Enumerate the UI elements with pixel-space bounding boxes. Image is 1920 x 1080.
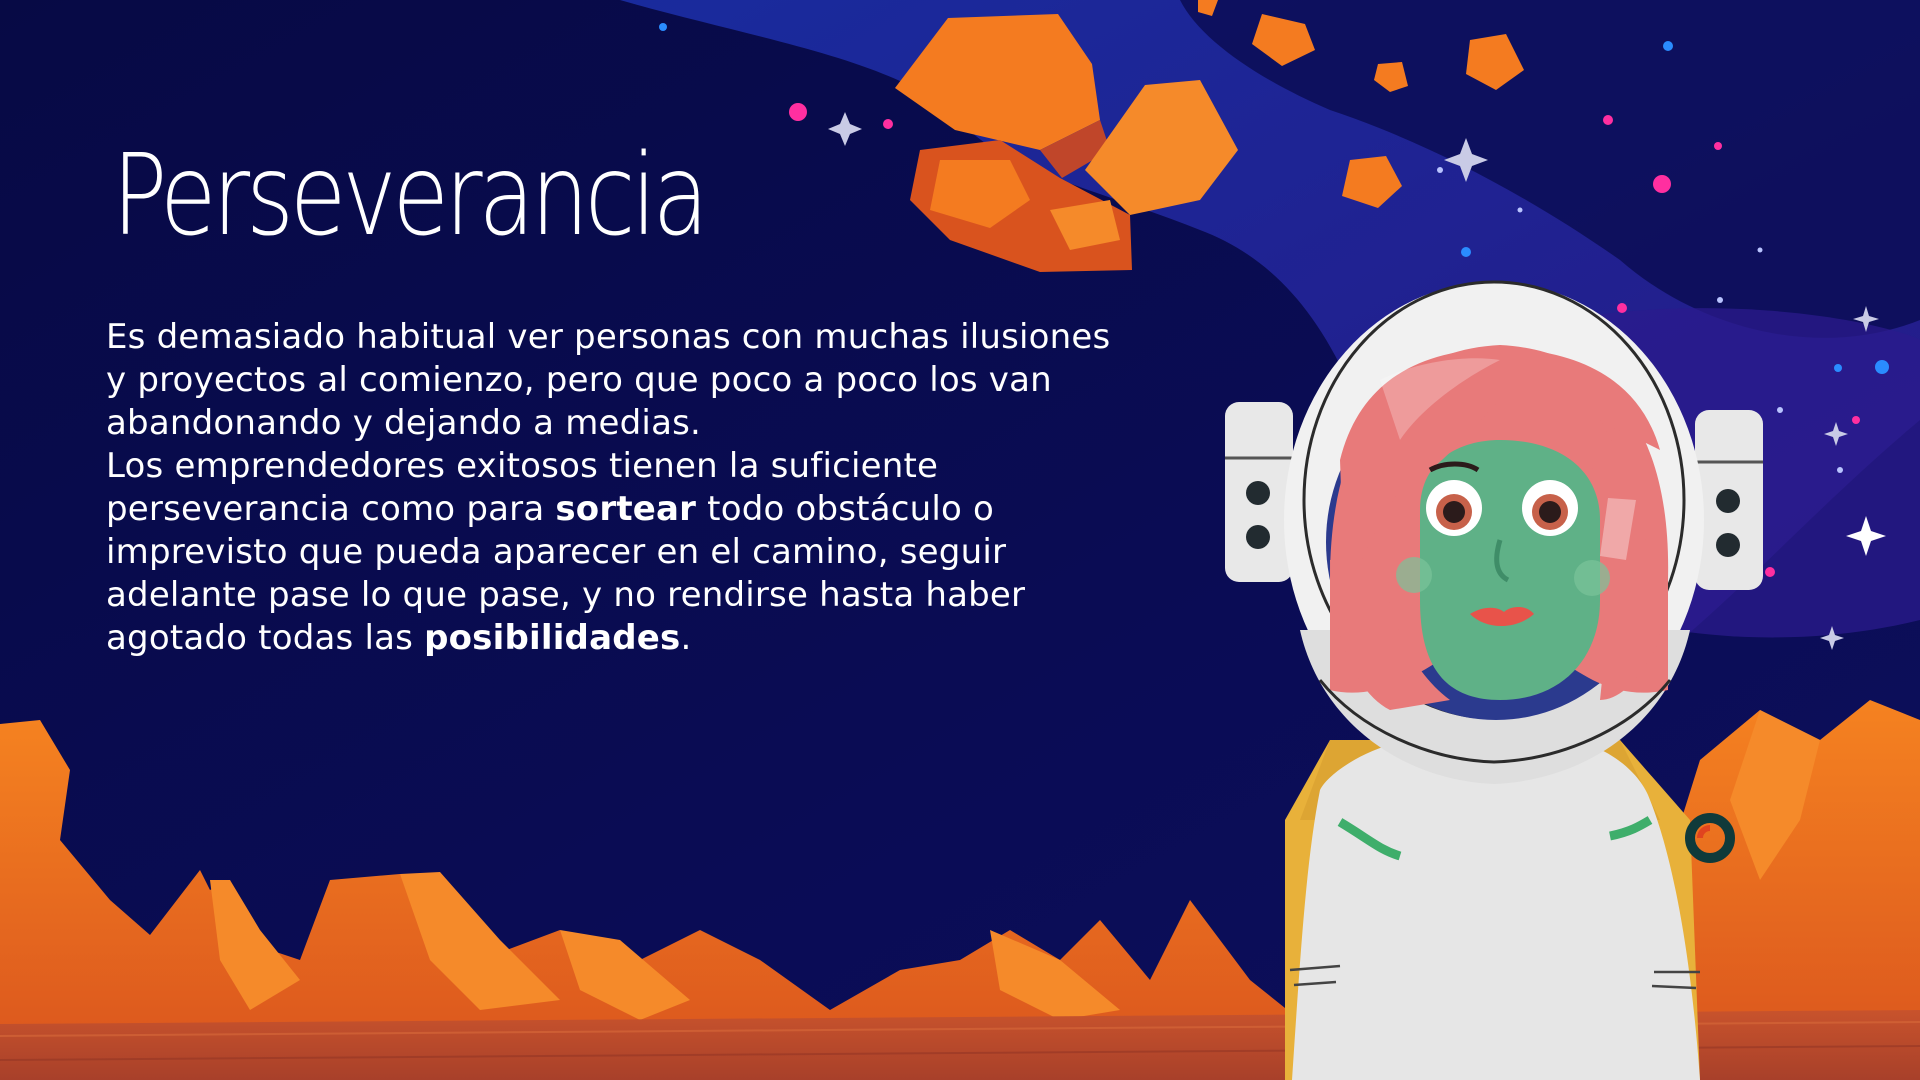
slide-title: Perseverancia <box>112 131 709 261</box>
slide-body: Es demasiado habitual ver personas con m… <box>106 316 1126 660</box>
paragraph-2-text-c: . <box>680 618 692 658</box>
emphasis-sortear: sortear <box>555 489 697 529</box>
emphasis-posibilidades: posibilidades <box>424 618 681 658</box>
paragraph-1: Es demasiado habitual ver personas con m… <box>106 317 1111 443</box>
paragraph-2: Los emprendedores exitosos tienen la suf… <box>106 445 1126 660</box>
